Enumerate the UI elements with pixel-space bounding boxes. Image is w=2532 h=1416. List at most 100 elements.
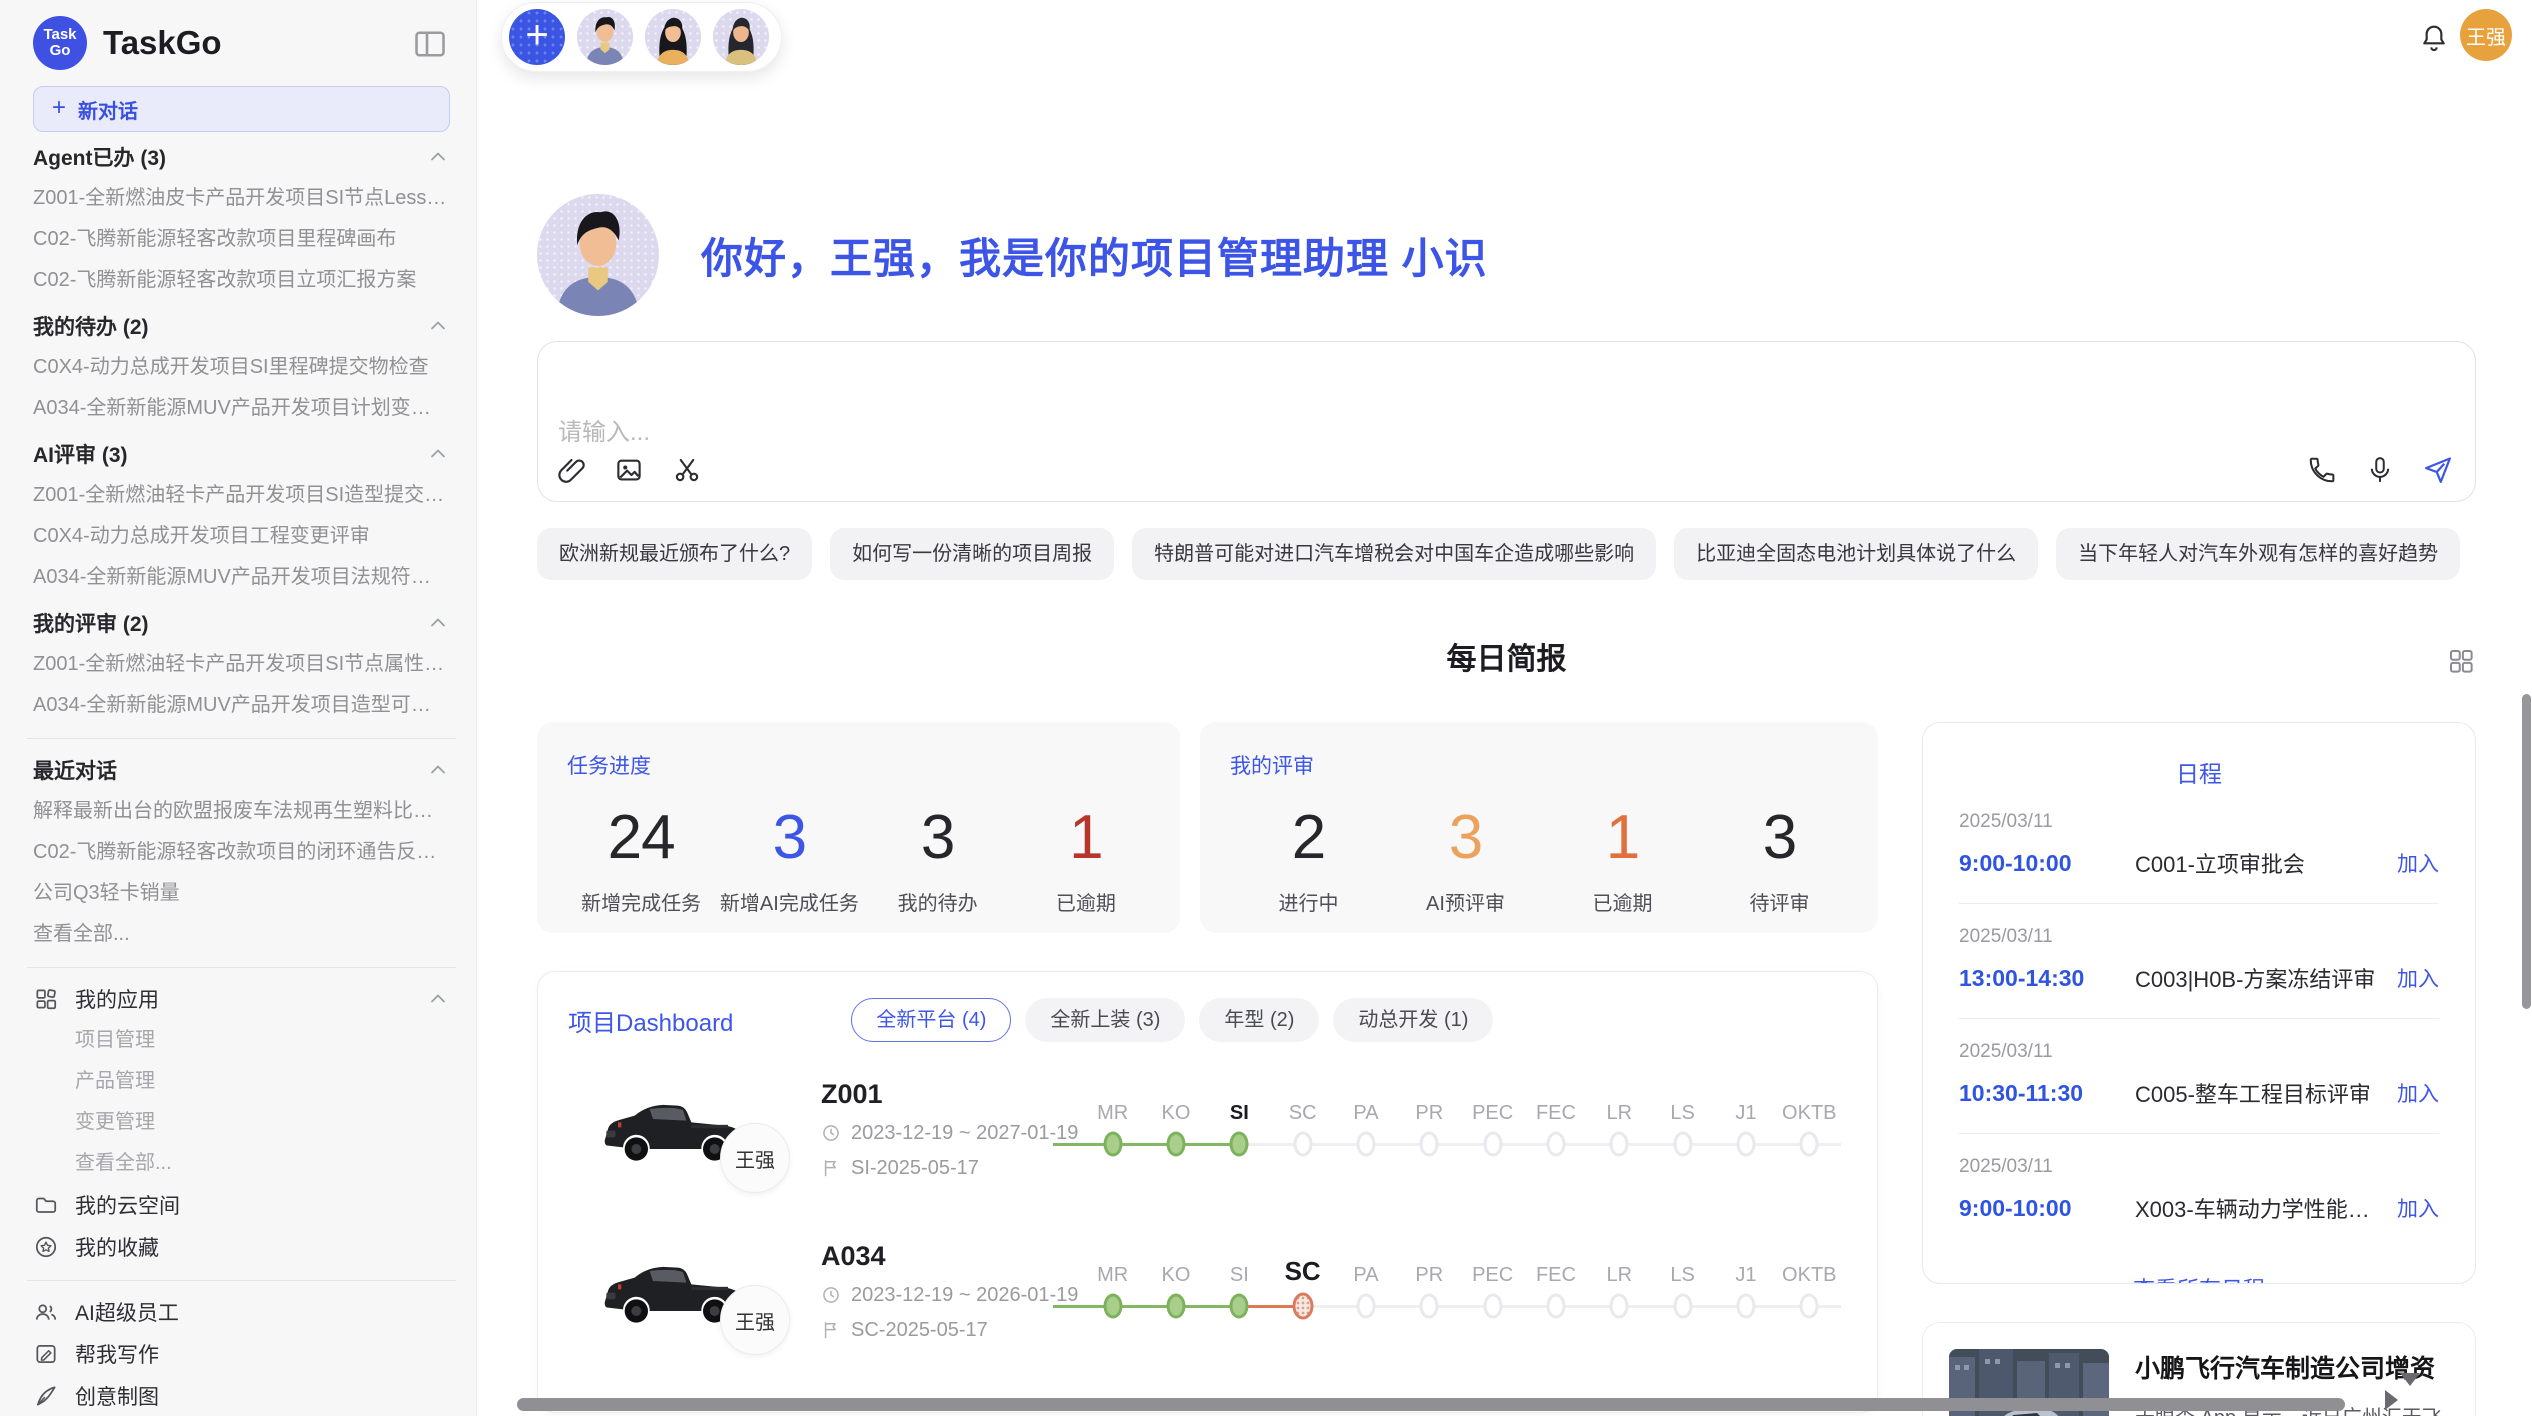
milestone-label: PA	[1353, 1089, 1378, 1125]
sidebar-item[interactable]: C02-飞腾新能源轻客改款项目里程碑画布	[33, 219, 450, 260]
dashboard-tab[interactable]: 全新上装 (3)	[1025, 998, 1185, 1042]
milestone-node	[1546, 1294, 1565, 1319]
join-link[interactable]: 加入	[2397, 963, 2439, 993]
milestone-label: PA	[1353, 1251, 1378, 1287]
member-avatar[interactable]	[713, 9, 769, 65]
view-all-schedule-link[interactable]: 查看所有日程	[1959, 1272, 2439, 1284]
milestone: PR	[1398, 1089, 1461, 1163]
sidebar-item[interactable]: C0X4-动力总成开发项目工程变更评审	[33, 516, 450, 557]
chevron-up-icon[interactable]	[426, 611, 450, 635]
milestone-node	[1230, 1294, 1249, 1319]
phone-icon[interactable]	[2307, 455, 2337, 485]
sidebar-section-header[interactable]: AI评审 (3)	[33, 433, 450, 475]
milestone: LR	[1588, 1089, 1651, 1163]
sidebar-app-item[interactable]: 产品管理	[33, 1061, 450, 1102]
milestone-label: LR	[1607, 1251, 1633, 1287]
scroll-right-arrow[interactable]	[2385, 1390, 2398, 1410]
greeting-title: 你好，王强，我是你的项目管理助理 小识	[701, 225, 1488, 286]
divider	[27, 738, 456, 739]
new-chat-label: 新对话	[78, 95, 138, 124]
new-chat-button[interactable]: + 新对话	[33, 86, 450, 132]
sidebar-section-header[interactable]: 最近对话	[33, 749, 450, 791]
milestone: MR	[1081, 1251, 1144, 1325]
composer-left-icons	[556, 455, 702, 485]
suggestion-chip[interactable]: 当下年轻人对汽车外观有怎样的喜好趋势	[2056, 528, 2460, 580]
sidebar-section-header[interactable]: Agent已办 (3)	[33, 136, 450, 178]
sidebar-collapse-icon[interactable]	[412, 26, 448, 62]
daily-brief-title: 每日简报	[537, 638, 2476, 682]
add-session-button[interactable]: +	[509, 9, 565, 65]
milestone-label: OKTB	[1782, 1089, 1836, 1125]
milestone-label: FEC	[1536, 1251, 1576, 1287]
sidebar-item[interactable]: A034-全新新能源MUV产品开发项目法规符合性评审	[33, 557, 450, 598]
sidebar-tool-item[interactable]: 创意制图	[33, 1375, 450, 1416]
dashboard-tab[interactable]: 年型 (2)	[1199, 998, 1319, 1042]
sidebar-item[interactable]: A034-全新新能源MUV产品开发项目造型可行性评审	[33, 685, 450, 726]
sidebar-section-header[interactable]: 我的应用	[33, 978, 450, 1020]
suggestion-chip[interactable]: 比亚迪全固态电池计划具体说了什么	[1674, 528, 2038, 580]
member-avatar[interactable]	[645, 9, 701, 65]
sidebar-item[interactable]: Z001-全新燃油皮卡产品开发项目SI节点Lesson Learn报告	[33, 178, 450, 219]
stat-value: 3	[864, 802, 1012, 873]
sidebar-item-star-circle[interactable]: 我的收藏	[33, 1226, 450, 1268]
chevron-up-icon[interactable]	[426, 442, 450, 466]
milestone: PEC	[1461, 1089, 1524, 1163]
daily-brief-header: 每日简报	[537, 638, 2476, 682]
join-link[interactable]: 加入	[2397, 1078, 2439, 1108]
sidebar-item[interactable]: C02-飞腾新能源轻客改款项目立项汇报方案	[33, 260, 450, 301]
send-icon[interactable]	[2423, 455, 2453, 485]
milestone-label: SC	[1285, 1251, 1321, 1287]
recent-conversation-item[interactable]: C02-飞腾新能源轻客改款项目的闭环通告反馈情况	[33, 832, 450, 873]
join-link[interactable]: 加入	[2397, 848, 2439, 878]
sidebar-app-item[interactable]: 项目管理	[33, 1020, 450, 1061]
recent-conversation-item[interactable]: 解释最新出台的欧盟报废车法规再生塑料比例被调至15%...	[33, 791, 450, 832]
horizontal-scrollbar[interactable]	[517, 1398, 2345, 1411]
sidebar-item-folder[interactable]: 我的云空间	[33, 1184, 450, 1226]
project-info: Z0012023-12-19 ~ 2027-01-19SI-2025-05-17	[821, 1079, 1081, 1180]
mic-icon[interactable]	[2365, 455, 2395, 485]
chevron-up-icon[interactable]	[426, 758, 450, 782]
milestone: LR	[1588, 1251, 1651, 1325]
sidebar-item[interactable]: C0X4-动力总成开发项目SI里程碑提交物检查	[33, 347, 450, 388]
milestone-label: OKTB	[1782, 1251, 1836, 1287]
scissors-icon[interactable]	[672, 455, 702, 485]
milestone: PEC	[1461, 1251, 1524, 1325]
dashboard-tab[interactable]: 全新平台 (4)	[851, 998, 1011, 1042]
scroll-down-arrow[interactable]	[2400, 1373, 2420, 1386]
recent-conversation-item[interactable]: 公司Q3轻卡销量	[33, 873, 450, 914]
suggestion-chip[interactable]: 如何写一份清晰的项目周报	[830, 528, 1114, 580]
milestone-node	[1673, 1132, 1692, 1157]
schedule-event-name: C003|H0B-方案冻结评审	[2135, 962, 2385, 994]
image-icon[interactable]	[614, 455, 644, 485]
milestone-node	[1103, 1294, 1122, 1319]
sidebar-section-header[interactable]: 我的评审 (2)	[33, 602, 450, 644]
sidebar-app-item[interactable]: 变更管理	[33, 1102, 450, 1143]
chevron-up-icon[interactable]	[426, 987, 450, 1011]
dashboard-tab[interactable]: 动总开发 (1)	[1333, 998, 1493, 1042]
milestone: MR	[1081, 1089, 1144, 1163]
sidebar-item[interactable]: Z001-全新燃油轻卡产品开发项目SI节点属性5D文件评审	[33, 644, 450, 685]
chat-input[interactable]: 请输入...	[537, 341, 2476, 502]
chevron-up-icon[interactable]	[426, 145, 450, 169]
attach-icon[interactable]	[556, 455, 586, 485]
schedule-date: 2025/03/11	[1959, 926, 2439, 948]
member-avatar[interactable]	[577, 9, 633, 65]
project-flag-text: SC-2025-05-17	[851, 1319, 988, 1342]
vertical-scrollbar[interactable]	[2522, 694, 2531, 1009]
recent-conversation-item[interactable]: 查看全部...	[33, 914, 450, 955]
sidebar-app-item[interactable]: 查看全部...	[33, 1143, 450, 1184]
suggestion-chip[interactable]: 特朗普可能对进口汽车增税会对中国车企造成哪些影响	[1132, 528, 1656, 580]
layout-grid-icon[interactable]	[2446, 646, 2476, 676]
chevron-up-icon[interactable]	[426, 314, 450, 338]
stat-metric: 3AI预评审	[1387, 802, 1544, 916]
milestone-label: SC	[1289, 1089, 1317, 1125]
join-link[interactable]: 加入	[2397, 1193, 2439, 1223]
sidebar-tool-item[interactable]: AI超级员工	[33, 1291, 450, 1333]
suggestion-chip[interactable]: 欧洲新规最近颁布了什么?	[537, 528, 812, 580]
sidebar-section-header[interactable]: 我的待办 (2)	[33, 305, 450, 347]
sidebar-item[interactable]: A034-全新新能源MUV产品开发项目计划变更表编写	[33, 388, 450, 429]
milestone-label: MR	[1097, 1251, 1128, 1287]
sidebar-item[interactable]: Z001-全新燃油轻卡产品开发项目SI造型提交物评审	[33, 475, 450, 516]
sidebar-tool-item[interactable]: 帮我写作	[33, 1333, 450, 1375]
milestone-node	[1356, 1132, 1375, 1157]
